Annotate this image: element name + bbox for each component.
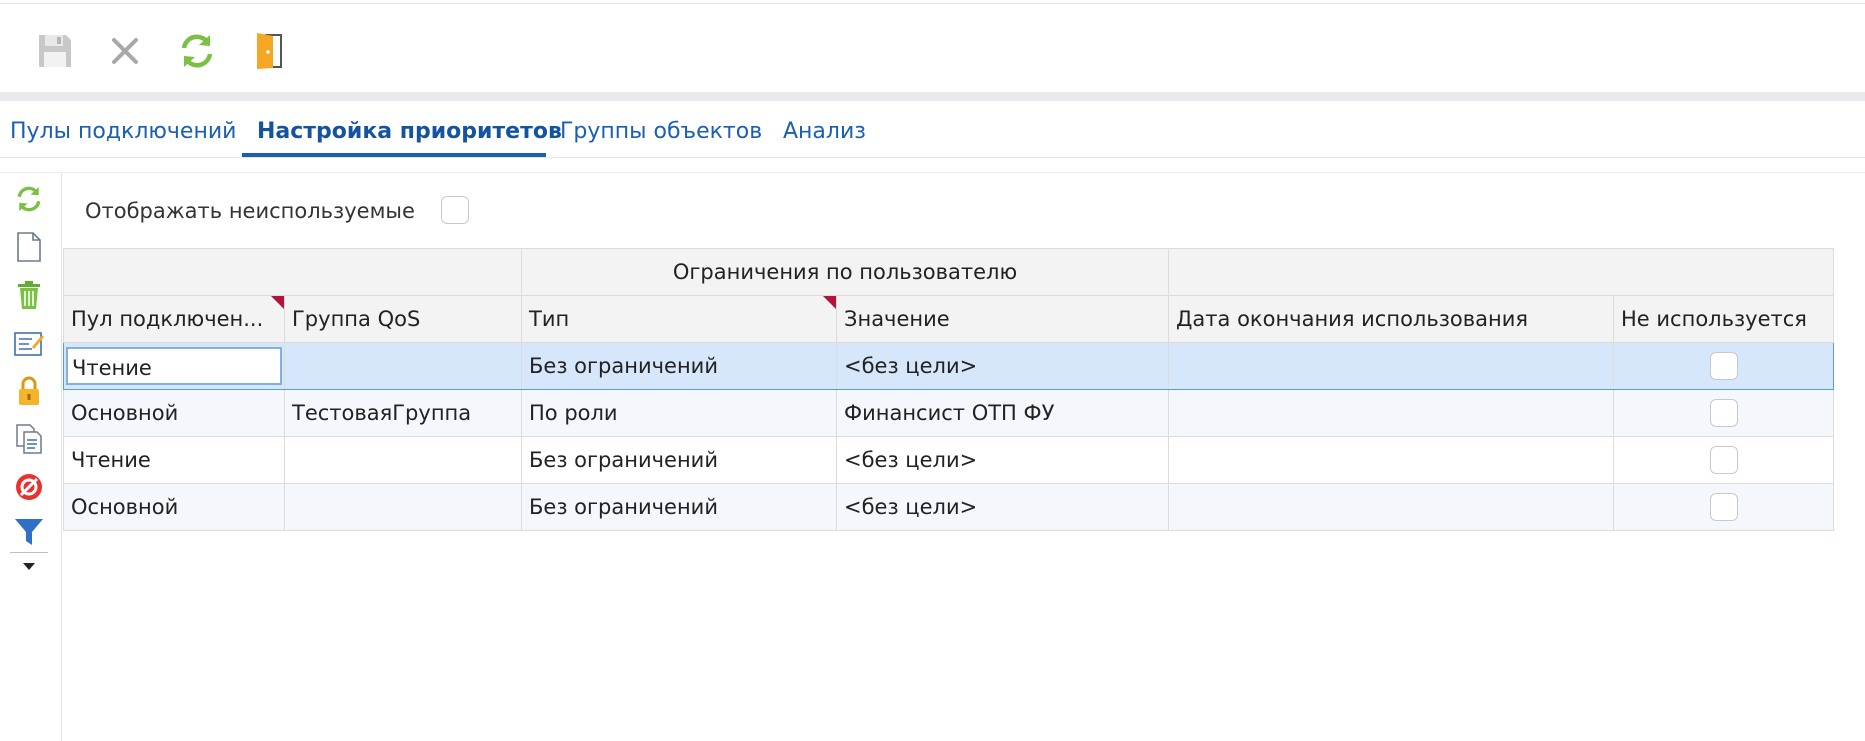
header-group-empty bbox=[63, 248, 522, 296]
cell-editor[interactable]: Чтение bbox=[66, 347, 282, 385]
required-marker bbox=[823, 296, 836, 309]
save-button[interactable] bbox=[32, 30, 78, 76]
cell-pool[interactable]: Основной bbox=[63, 483, 285, 531]
exit-button[interactable] bbox=[246, 30, 292, 76]
cell-end-date[interactable] bbox=[1168, 389, 1615, 437]
tab-analysis[interactable]: Анализ bbox=[783, 119, 866, 144]
column-header-row: Пул подключен... Группа QoS Тип Значение… bbox=[63, 295, 1835, 343]
cell-value[interactable]: Финансист ОТП ФУ bbox=[835, 389, 1170, 437]
cell-pool[interactable]: Чтение bbox=[63, 342, 285, 390]
cell-pool[interactable]: Чтение bbox=[63, 436, 285, 484]
edit-button[interactable] bbox=[12, 328, 46, 362]
side-toolbar bbox=[0, 173, 62, 741]
cancel-button[interactable] bbox=[102, 30, 148, 76]
refresh-button[interactable] bbox=[174, 30, 220, 76]
cell-pool[interactable]: Основной bbox=[63, 389, 285, 437]
disable-icon bbox=[14, 472, 44, 506]
unused-checkbox[interactable] bbox=[1709, 399, 1738, 427]
tab-connection-pools[interactable]: Пулы подключений bbox=[10, 119, 236, 144]
new-document-icon bbox=[16, 232, 42, 266]
unused-checkbox[interactable] bbox=[1709, 446, 1738, 474]
cell-qos[interactable]: ТестоваяГруппа bbox=[284, 389, 522, 437]
group-header-row: Ограничения по пользователю bbox=[63, 248, 1835, 296]
cell-type[interactable]: Без ограничений bbox=[521, 483, 837, 531]
cell-qos[interactable] bbox=[284, 483, 522, 531]
lock-icon bbox=[17, 376, 41, 410]
header-group-user-restrictions: Ограничения по пользователю bbox=[520, 248, 1170, 296]
column-header-end-date[interactable]: Дата окончания использования bbox=[1168, 295, 1615, 343]
table-row[interactable]: Чтение Без ограничений <без цели> bbox=[63, 436, 1835, 484]
cell-type[interactable]: По роли bbox=[521, 389, 837, 437]
filter-button[interactable] bbox=[12, 517, 46, 551]
save-icon bbox=[36, 32, 74, 74]
header-group-empty-right bbox=[1168, 248, 1835, 296]
exit-door-icon bbox=[251, 31, 287, 75]
column-header-pool[interactable]: Пул подключен... bbox=[63, 295, 285, 343]
delete-button[interactable] bbox=[12, 280, 46, 314]
cell-value[interactable]: <без цели> bbox=[835, 342, 1170, 390]
new-record-button[interactable] bbox=[12, 232, 46, 266]
show-unused-checkbox[interactable] bbox=[441, 196, 469, 224]
close-icon bbox=[110, 36, 140, 70]
sidebar-divider bbox=[10, 552, 48, 553]
cell-unused bbox=[1613, 342, 1835, 390]
cell-type[interactable]: Без ограничений bbox=[521, 436, 837, 484]
copy-button[interactable] bbox=[12, 424, 46, 458]
toolbar-separator bbox=[0, 92, 1865, 101]
tab-object-groups[interactable]: Группы объектов bbox=[560, 119, 762, 144]
more-tools-button[interactable] bbox=[12, 554, 46, 576]
main-toolbar bbox=[0, 4, 1865, 92]
unused-checkbox[interactable] bbox=[1709, 352, 1738, 380]
cell-end-date[interactable] bbox=[1168, 436, 1615, 484]
edit-icon bbox=[14, 329, 44, 361]
lock-button[interactable] bbox=[12, 376, 46, 410]
table-row[interactable]: Основной ТестоваяГруппа По роли Финансис… bbox=[63, 389, 1835, 437]
show-unused-label: Отображать неиспользуемые bbox=[85, 199, 415, 223]
refresh-icon bbox=[14, 184, 44, 218]
copy-icon bbox=[15, 424, 43, 458]
column-header-value[interactable]: Значение bbox=[835, 295, 1170, 343]
unused-checkbox[interactable] bbox=[1709, 493, 1738, 521]
cell-value[interactable]: <без цели> bbox=[835, 436, 1170, 484]
refresh-list-button[interactable] bbox=[12, 184, 46, 218]
column-header-unused[interactable]: Не используется bbox=[1613, 295, 1835, 343]
cell-unused bbox=[1613, 483, 1835, 531]
tab-bar: Пулы подключений Настройка приоритетов Г… bbox=[0, 101, 1865, 158]
tabs-spacer bbox=[0, 158, 1865, 173]
required-marker bbox=[271, 296, 284, 309]
cell-end-date[interactable] bbox=[1168, 483, 1615, 531]
cell-type[interactable]: Без ограничений bbox=[521, 342, 837, 390]
tab-priority-settings[interactable]: Настройка приоритетов bbox=[257, 119, 562, 144]
table-row[interactable]: Чтение Без ограничений <без цели> bbox=[63, 342, 1835, 390]
show-unused-filter: Отображать неиспользуемые bbox=[85, 196, 469, 226]
column-header-type[interactable]: Тип bbox=[521, 295, 837, 343]
refresh-icon bbox=[177, 31, 217, 75]
active-tab-indicator bbox=[242, 153, 546, 157]
dropdown-arrow-icon bbox=[23, 556, 35, 575]
cell-qos[interactable] bbox=[284, 342, 522, 390]
cell-unused bbox=[1613, 436, 1835, 484]
cell-unused bbox=[1613, 389, 1835, 437]
cell-value[interactable]: <без цели> bbox=[835, 483, 1170, 531]
cell-end-date[interactable] bbox=[1168, 342, 1615, 390]
priority-settings-table: Ограничения по пользователю Пул подключе… bbox=[63, 248, 1835, 531]
disable-button[interactable] bbox=[12, 472, 46, 506]
trash-icon bbox=[15, 280, 43, 314]
cell-qos[interactable] bbox=[284, 436, 522, 484]
column-header-qos[interactable]: Группа QoS bbox=[284, 295, 522, 343]
filter-icon bbox=[14, 517, 44, 551]
table-row[interactable]: Основной Без ограничений <без цели> bbox=[63, 483, 1835, 531]
